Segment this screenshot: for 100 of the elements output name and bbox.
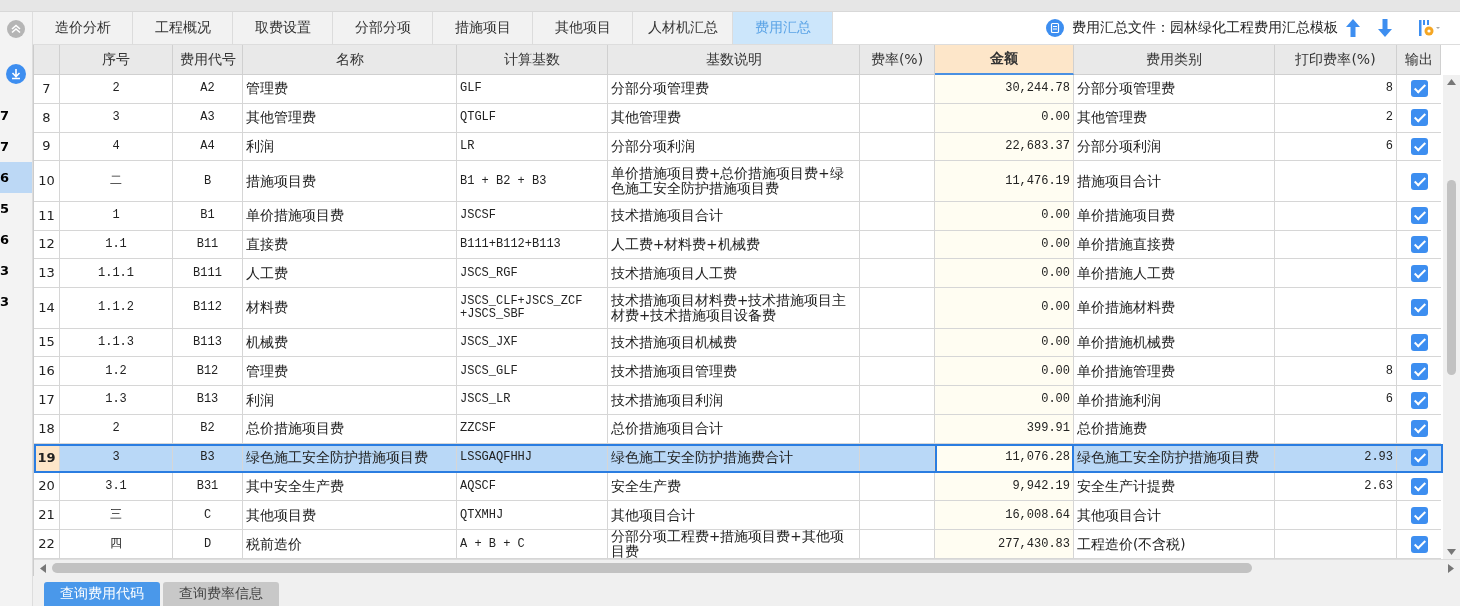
table-cell: 0.00 xyxy=(935,259,1074,289)
table-cell: 分部分项管理费 xyxy=(1074,75,1275,104)
table-cell: 2 xyxy=(60,414,173,444)
table-cell: A + B + C xyxy=(457,530,608,560)
checkbox[interactable] xyxy=(1410,449,1428,467)
row-number: 12 xyxy=(34,230,60,260)
row-number: 19 xyxy=(34,443,60,473)
move-up-icon[interactable] xyxy=(1346,19,1360,37)
table-cell: 工程造价(不含税) xyxy=(1074,530,1275,560)
scroll-right-icon[interactable] xyxy=(1448,563,1454,573)
table-cell: D xyxy=(173,530,243,560)
table-cell: 6 xyxy=(1275,132,1397,162)
checkbox[interactable] xyxy=(1410,109,1428,127)
checkbox[interactable] xyxy=(1410,362,1428,380)
row-number: 15 xyxy=(34,328,60,358)
scroll-down-icon[interactable] xyxy=(1447,549,1456,555)
checkbox[interactable] xyxy=(1410,506,1428,524)
checkbox[interactable] xyxy=(1410,299,1428,317)
scroll-up-icon[interactable] xyxy=(1447,79,1456,85)
query-button[interactable]: 查询费率信息 xyxy=(163,582,279,606)
table-cell: 管理费 xyxy=(243,75,457,104)
table-cell: 1.2 xyxy=(60,357,173,387)
table-cell: B1 xyxy=(173,201,243,231)
table-cell: 税前造价 xyxy=(243,530,457,560)
table-cell: 利润 xyxy=(243,386,457,415)
table-cell: JSCS_RGF xyxy=(457,259,608,289)
checkbox[interactable] xyxy=(1410,478,1428,495)
tab[interactable]: 取费设置 xyxy=(233,12,333,44)
column-header: 计算基数 xyxy=(457,45,608,75)
table-cell: 总价措施项目合计 xyxy=(608,414,860,444)
table-cell: 0.00 xyxy=(935,103,1074,133)
checkbox[interactable] xyxy=(1410,391,1428,409)
table-cell: 其中安全生产费 xyxy=(243,472,457,502)
column-header: 名称 xyxy=(243,45,457,75)
checkbox[interactable] xyxy=(1410,420,1428,438)
checkbox[interactable] xyxy=(1410,264,1428,282)
table-cell: 1 xyxy=(60,201,173,231)
table-cell: JSCS_GLF xyxy=(457,357,608,387)
table-cell: 1.1 xyxy=(60,230,173,260)
column-header: 打印费率(%) xyxy=(1275,45,1397,75)
table-cell: 其他项目合计 xyxy=(608,501,860,531)
scrollbar-thumb[interactable] xyxy=(52,563,1252,573)
table-cell: 总价措施费 xyxy=(1074,414,1275,444)
tab[interactable]: 措施项目 xyxy=(433,12,533,44)
table-cell: 9,942.19 xyxy=(935,472,1074,502)
table-cell: 单价措施人工费 xyxy=(1074,259,1275,289)
table-cell: 三 xyxy=(60,501,173,531)
table-cell: 总价措施项目费 xyxy=(243,414,457,444)
table-cell: 管理费 xyxy=(243,357,457,387)
table-cell: QTXMHJ xyxy=(457,501,608,531)
row-number: 17 xyxy=(34,386,60,415)
table-cell: B111 xyxy=(173,259,243,289)
row-number: 21 xyxy=(34,501,60,531)
tab[interactable]: 人材机汇总 xyxy=(633,12,733,44)
settings-icon[interactable] xyxy=(1418,19,1442,37)
table-cell: 3.1 xyxy=(60,472,173,502)
table-cell: 6 xyxy=(1275,386,1397,415)
tab[interactable]: 工程概况 xyxy=(133,12,233,44)
checkbox[interactable] xyxy=(1410,535,1428,553)
tab[interactable]: 其他项目 xyxy=(533,12,633,44)
table-cell: 技术措施项目人工费 xyxy=(608,259,860,289)
table-cell: 1.3 xyxy=(60,386,173,415)
table-cell: 措施项目费 xyxy=(243,161,457,202)
move-down-icon[interactable] xyxy=(1378,19,1392,37)
scrollbar-thumb[interactable] xyxy=(1447,180,1456,375)
table-cell: 2 xyxy=(60,75,173,104)
tab[interactable]: 造价分析 xyxy=(33,12,133,44)
checkbox[interactable] xyxy=(1410,236,1428,253)
table-cell: GLF xyxy=(457,75,608,104)
table-cell: 单价措施材料费 xyxy=(1074,288,1275,329)
table-cell: 机械费 xyxy=(243,328,457,358)
column-header: 序号 xyxy=(60,45,173,75)
row-number: 13 xyxy=(34,259,60,289)
table-cell: 单价措施管理费 xyxy=(1074,357,1275,387)
table-cell: 人工费+材料费+机械费 xyxy=(608,230,860,260)
table-cell: 单价措施项目费+总价措施项目费+绿色施工安全防护措施项目费 xyxy=(608,161,860,202)
table-cell: 措施项目合计 xyxy=(1074,161,1275,202)
column-header: 费用类别 xyxy=(1074,45,1275,75)
table-cell: 3 xyxy=(60,443,173,473)
collapse-icon[interactable] xyxy=(7,19,25,38)
checkbox[interactable] xyxy=(1410,80,1428,98)
table-cell: JSCS_JXF xyxy=(457,328,608,358)
table-cell: B13 xyxy=(173,386,243,415)
checkbox[interactable] xyxy=(1410,333,1428,351)
checkbox[interactable] xyxy=(1410,138,1428,156)
table-cell: ZZCSF xyxy=(457,414,608,444)
table-cell: 4 xyxy=(60,132,173,162)
scroll-left-icon[interactable] xyxy=(40,563,46,573)
checkbox[interactable] xyxy=(1410,207,1428,225)
document-icon xyxy=(1046,19,1064,37)
tab[interactable]: 分部分项 xyxy=(333,12,433,44)
table-cell: 399.91 xyxy=(935,414,1074,444)
column-header: 金额 xyxy=(935,45,1074,75)
table-cell: 绿色施工安全防护措施项目费 xyxy=(243,443,457,473)
table-cell: 0.00 xyxy=(935,288,1074,329)
row-number: 16 xyxy=(34,357,60,387)
checkbox[interactable] xyxy=(1410,172,1428,190)
table-cell: 2.93 xyxy=(1275,443,1397,473)
table-cell: 1.1.3 xyxy=(60,328,173,358)
download-icon[interactable] xyxy=(6,63,26,84)
